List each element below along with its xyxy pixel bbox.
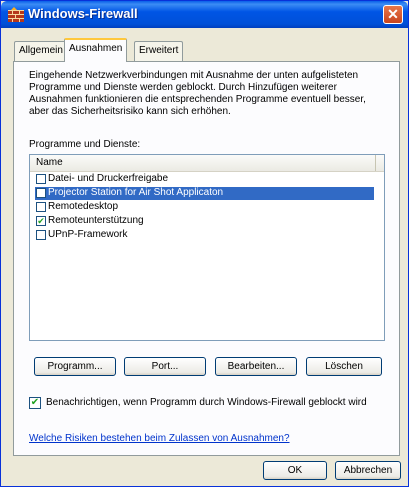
notify-checkbox[interactable]: ✔ [29, 397, 41, 409]
tab-label: Allgemein [19, 45, 63, 56]
list-item-file-printer-sharing[interactable]: Datei- und Druckerfreigabe [35, 173, 374, 186]
cancel-button[interactable]: Abbrechen [335, 461, 401, 480]
delete-button[interactable]: Löschen [306, 357, 382, 376]
list-item-projector-station[interactable]: Projector Station for Air Shot Applicato… [35, 187, 374, 200]
add-port-button[interactable]: Port... [124, 357, 206, 376]
ok-button[interactable]: OK [263, 461, 327, 480]
description-text: Eingehende Netzwerkverbindungen mit Ausn… [29, 70, 366, 117]
risk-info-link[interactable]: Welche Risiken bestehen beim Zulassen vo… [29, 433, 290, 444]
checkbox[interactable] [36, 230, 46, 240]
tab-label: Ausnahmen [69, 43, 123, 54]
list-item-label: Datei- und Druckerfreigabe [48, 173, 169, 184]
column-header-name[interactable]: Name [36, 155, 376, 171]
title-bar[interactable]: Windows-Firewall ✕ [1, 1, 408, 28]
window-title: Windows-Firewall [28, 6, 138, 21]
list-item-label: Remotedesktop [48, 201, 119, 212]
tab-allgemein[interactable]: Allgemein [14, 41, 68, 61]
close-button[interactable]: ✕ [383, 5, 403, 24]
notify-label: Benachrichtigen, wenn Programm durch Win… [46, 397, 367, 408]
tab-ausnahmen[interactable]: Ausnahmen [64, 38, 128, 62]
close-icon: ✕ [387, 6, 399, 22]
checkbox[interactable] [36, 188, 46, 198]
list-item-label: Projector Station for Air Shot Applicato… [48, 187, 224, 198]
list-header: Name [30, 155, 384, 172]
programs-list[interactable]: Name Datei- und Druckerfreigabe Projecto… [29, 154, 385, 341]
checkbox[interactable] [36, 174, 46, 184]
checkbox-checked[interactable]: ✔ [36, 216, 46, 226]
checkmark-icon: ✔ [30, 397, 40, 408]
checkmark-icon: ✔ [37, 216, 45, 226]
checkbox[interactable] [36, 202, 46, 212]
firewall-app-icon [8, 7, 24, 22]
firewall-dialog: Windows-Firewall ✕ Allgemein Ausnahmen E… [0, 0, 409, 487]
tab-erweitert[interactable]: Erweitert [134, 41, 184, 61]
list-item-label: UPnP-Framework [48, 229, 128, 240]
programs-label: Programme und Dienste: [29, 139, 141, 150]
tab-label: Erweitert [139, 45, 179, 56]
notify-option[interactable]: ✔ Benachrichtigen, wenn Programm durch W… [29, 397, 367, 409]
list-item-remote-desktop[interactable]: Remotedesktop [35, 201, 374, 214]
list-item-label: Remoteunterstützung [48, 215, 144, 226]
list-item-upnp-framework[interactable]: UPnP-Framework [35, 229, 374, 242]
list-item-remote-assistance[interactable]: ✔ Remoteunterstützung [35, 215, 374, 228]
edit-button[interactable]: Bearbeiten... [215, 357, 297, 376]
add-program-button[interactable]: Programm... [34, 357, 116, 376]
